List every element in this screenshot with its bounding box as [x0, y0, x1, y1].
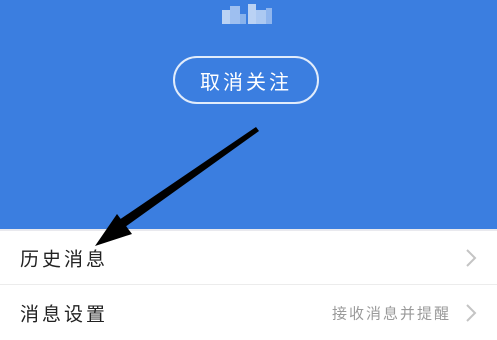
list-item-message-settings[interactable]: 消息设置 接收消息并提醒 [0, 286, 497, 340]
chevron-right-icon [466, 248, 477, 267]
history-messages-label: 历史消息 [20, 248, 109, 270]
message-settings-status: 接收消息并提醒 [331, 304, 451, 323]
chevron-right-icon [466, 304, 477, 322]
account-name-redacted [222, 4, 272, 26]
list-item-history-messages[interactable]: 历史消息 [0, 231, 497, 285]
account-header: 取消关注 [0, 0, 497, 229]
unfollow-button[interactable]: 取消关注 [173, 56, 319, 104]
message-settings-label: 消息设置 [20, 303, 109, 326]
